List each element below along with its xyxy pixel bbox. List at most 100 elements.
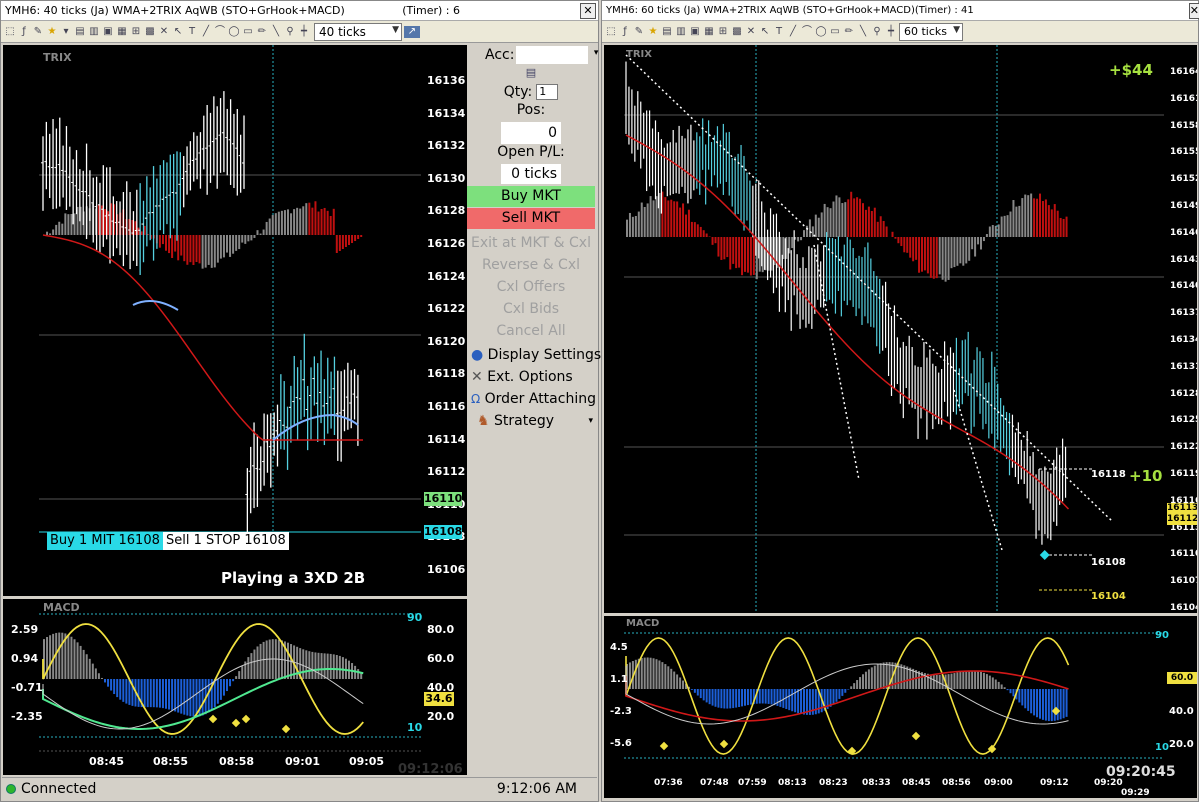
line-icon[interactable]: ╱ xyxy=(200,26,212,38)
sell-mkt-button[interactable]: Sell MKT xyxy=(467,208,595,229)
clipboard-icon[interactable]: ▥ xyxy=(88,26,100,38)
macd-histogram-bar xyxy=(344,658,347,679)
account-select[interactable]: ▾ xyxy=(516,46,598,64)
r-text-icon[interactable]: T xyxy=(773,26,785,38)
r-star-icon[interactable]: ★ xyxy=(647,26,659,38)
indicator-icon[interactable]: ƒ xyxy=(18,26,30,38)
arrow-icon[interactable]: ↖ xyxy=(172,26,184,38)
ray-icon[interactable]: ⌒ xyxy=(214,26,226,38)
save-icon[interactable]: ▣ xyxy=(102,26,114,38)
draw-icon[interactable]: ✎ xyxy=(32,26,44,38)
r-indicator-icon[interactable]: ƒ xyxy=(619,26,631,38)
left-interval-select[interactable]: 40 ticks ▼ xyxy=(314,22,402,41)
rectangle-icon[interactable]: ▭ xyxy=(242,26,254,38)
r-save-icon[interactable]: ▣ xyxy=(689,26,701,38)
r-ray-icon[interactable]: ⌒ xyxy=(801,26,813,38)
trix-histogram-bar xyxy=(329,215,332,235)
trix-histogram-bar xyxy=(882,220,885,237)
cursor-icon[interactable]: ⬚ xyxy=(4,26,16,38)
right-close-icon[interactable]: ✕ xyxy=(1188,2,1199,19)
upper-level-label: 16118 xyxy=(1091,469,1126,480)
r-clipboard-icon[interactable]: ▥ xyxy=(675,26,687,38)
buy-mit-order-label[interactable]: Buy 1 MIT 16108 xyxy=(47,532,163,550)
r-line-icon[interactable]: ╱ xyxy=(787,26,799,38)
left-macd-panel[interactable]: MACD 2.59 0.94 -0.71 -2.35 80.0 60.0 40.0 20.0 0… xyxy=(3,599,467,775)
trix-histogram-bar xyxy=(308,202,311,235)
entry-marker xyxy=(1039,550,1050,560)
zoom-icon[interactable]: ⚲ xyxy=(284,26,296,38)
macd-histogram-bar xyxy=(1000,684,1003,689)
exit-at-mkt-button[interactable]: Exit at MKT & Cxl xyxy=(467,232,595,254)
r-cursor-icon[interactable]: ⬚ xyxy=(605,26,617,38)
trix-histogram-bar xyxy=(915,237,918,260)
link-icon[interactable]: ↗ xyxy=(404,25,420,38)
trix-histogram-bar xyxy=(1041,201,1044,237)
r-template-icon[interactable]: ▤ xyxy=(661,26,673,38)
right-macd-panel[interactable]: MACD 4.5 1.1 -2.3 -5.6 60.0 40.0 20.0 07:36 07:4… xyxy=(604,616,1197,798)
r-pencil-icon[interactable]: ✏ xyxy=(843,26,855,38)
cxl-bids-button[interactable]: Cxl Bids xyxy=(467,298,595,320)
macd-histogram-bar xyxy=(841,689,844,696)
price-tick-label: 16152 xyxy=(1170,174,1197,185)
delete-icon[interactable]: ✕ xyxy=(158,26,170,38)
macd-histogram-bar xyxy=(100,677,103,679)
macd-histogram-bar xyxy=(1039,689,1041,719)
r-grid-icon[interactable]: ▩ xyxy=(731,26,743,38)
trix-histogram-bar xyxy=(171,235,174,258)
reverse-button[interactable]: Reverse & Cxl xyxy=(467,254,595,276)
macd-histogram-bar xyxy=(909,667,912,689)
measure-icon[interactable]: ┿ xyxy=(298,26,310,38)
sell-stop-order-label[interactable]: Sell 1 STOP 16108 xyxy=(163,532,289,550)
print-icon[interactable]: ▦ xyxy=(116,26,128,38)
trix-histogram-bar xyxy=(988,226,991,237)
strategy-menu[interactable]: ♞ Strategy ▾ xyxy=(467,410,595,432)
grid-icon[interactable]: ▩ xyxy=(144,26,156,38)
ext-options-menu[interactable]: ✕ Ext. Options xyxy=(467,366,595,388)
trix-histogram-bar xyxy=(244,235,247,244)
r-print-icon[interactable]: ▦ xyxy=(703,26,715,38)
hook-marker xyxy=(281,724,291,734)
r-rectangle-icon[interactable]: ▭ xyxy=(829,26,841,38)
trix-histogram-bar xyxy=(1047,205,1050,237)
pencil-icon[interactable]: ✏ xyxy=(256,26,268,38)
cxl-offers-button[interactable]: Cxl Offers xyxy=(467,276,595,298)
r-measure-icon[interactable]: ┿ xyxy=(885,26,897,38)
macd-histogram-bar xyxy=(216,679,219,704)
macd-histogram-bar xyxy=(643,657,646,689)
r-arrow-icon[interactable]: ↖ xyxy=(759,26,771,38)
r-crosshair-icon[interactable]: ⊞ xyxy=(717,26,729,38)
r-zoom-icon[interactable]: ⚲ xyxy=(871,26,883,38)
right-interval-select[interactable]: 60 ticks ▼ xyxy=(899,22,963,41)
macd-histogram-bar xyxy=(977,671,980,689)
macd-histogram-bar xyxy=(1047,689,1050,722)
right-price-chart[interactable]: TRIX +$44 +10 16118 16108 16104 16164 161… xyxy=(604,45,1197,613)
hook-marker xyxy=(659,741,669,751)
ellipse-icon[interactable]: ◯ xyxy=(228,26,240,38)
text-icon[interactable]: T xyxy=(186,26,198,38)
trix-histogram-bar xyxy=(932,237,935,279)
crosshair-icon[interactable]: ⊞ xyxy=(130,26,142,38)
template-icon[interactable]: ▤ xyxy=(74,26,86,38)
trix-histogram-bar xyxy=(823,203,826,237)
r-ellipse-icon[interactable]: ◯ xyxy=(815,26,827,38)
r-draw-icon[interactable]: ✎ xyxy=(633,26,645,38)
display-settings-menu[interactable]: ● Display Settings xyxy=(467,344,601,366)
r-delete-icon[interactable]: ✕ xyxy=(745,26,757,38)
macd-histogram-bar xyxy=(962,671,965,689)
macd-histogram-bar xyxy=(744,689,746,706)
buy-mkt-button[interactable]: Buy MKT xyxy=(467,186,595,207)
macd-histogram-bar xyxy=(953,673,956,689)
qty-stepper[interactable]: 1 xyxy=(536,84,559,100)
macd-histogram-bar xyxy=(749,689,752,705)
star-menu-icon[interactable]: ▾ xyxy=(60,26,72,38)
star-icon[interactable]: ★ xyxy=(46,26,58,38)
left-price-chart[interactable]: TRIX 16136 16134 16132 16130 16128 16126 16124… xyxy=(3,45,467,596)
trix-histogram-bar xyxy=(1012,200,1015,237)
trendline-icon[interactable]: ╲ xyxy=(270,26,282,38)
instrument-icon[interactable]: ▤ xyxy=(467,66,595,82)
left-close-icon[interactable]: ✕ xyxy=(580,2,596,19)
cancel-all-button[interactable]: Cancel All xyxy=(467,320,595,342)
order-attaching-menu[interactable]: Ω Order Attaching xyxy=(467,388,596,410)
r-trendline-icon[interactable]: ╲ xyxy=(857,26,869,38)
trix-histogram-bar xyxy=(344,235,347,247)
